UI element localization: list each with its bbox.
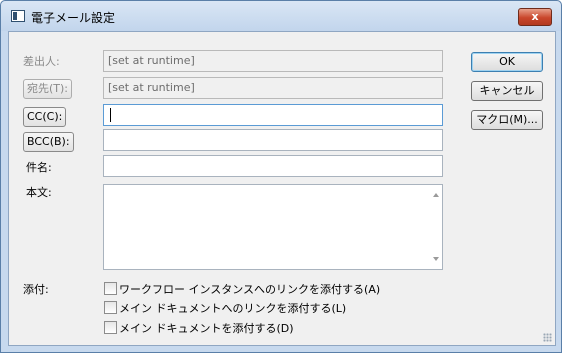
to-field: [set at runtime] [103,77,443,99]
body-label: 本文: [26,186,52,199]
cc-button[interactable]: CC(C): [23,107,67,127]
window-title: 電子メール設定 [31,11,116,25]
close-button[interactable]: x [518,8,552,26]
bcc-input[interactable] [103,129,443,151]
bcc-button[interactable]: BCC(B): [23,132,74,152]
attach-document-link-label[interactable]: メイン ドキュメントへのリンクを添付する(L) [119,300,346,316]
attach-document-label[interactable]: メイン ドキュメントを添付する(D) [119,320,294,336]
attach-instance-link-checkbox[interactable] [104,282,117,295]
from-field: [set at runtime] [103,50,443,72]
resize-grip-icon[interactable] [543,333,552,342]
text-caret [110,108,111,122]
scroll-up-arrow-icon[interactable] [433,193,439,197]
attach-document-checkbox[interactable] [104,321,117,334]
subject-label: 件名: [26,161,52,174]
scroll-down-arrow-icon[interactable] [433,257,439,261]
window-icon [11,10,25,22]
to-button[interactable]: 宛先(T): [23,79,73,99]
from-label: 差出人: [23,55,60,68]
cancel-button[interactable]: キャンセル [471,81,543,101]
title-bar: 電子メール設定 x [1,1,561,31]
subject-input[interactable] [103,155,443,177]
cc-input[interactable] [103,104,443,126]
attach-instance-link-label[interactable]: ワークフロー インスタンスへのリンクを添付する(A) [119,281,380,297]
ok-button[interactable]: OK [471,52,543,72]
macro-button[interactable]: マクロ(M)... [471,110,543,130]
attach-document-link-checkbox[interactable] [104,301,117,314]
body-textarea[interactable] [103,184,443,270]
dialog-body: 差出人: [set at runtime] 宛先(T): [set at run… [8,31,556,346]
email-settings-dialog: 電子メール設定 x 差出人: [set at runtime] 宛先(T): [… [0,0,562,353]
attach-label: 添付: [23,283,49,296]
